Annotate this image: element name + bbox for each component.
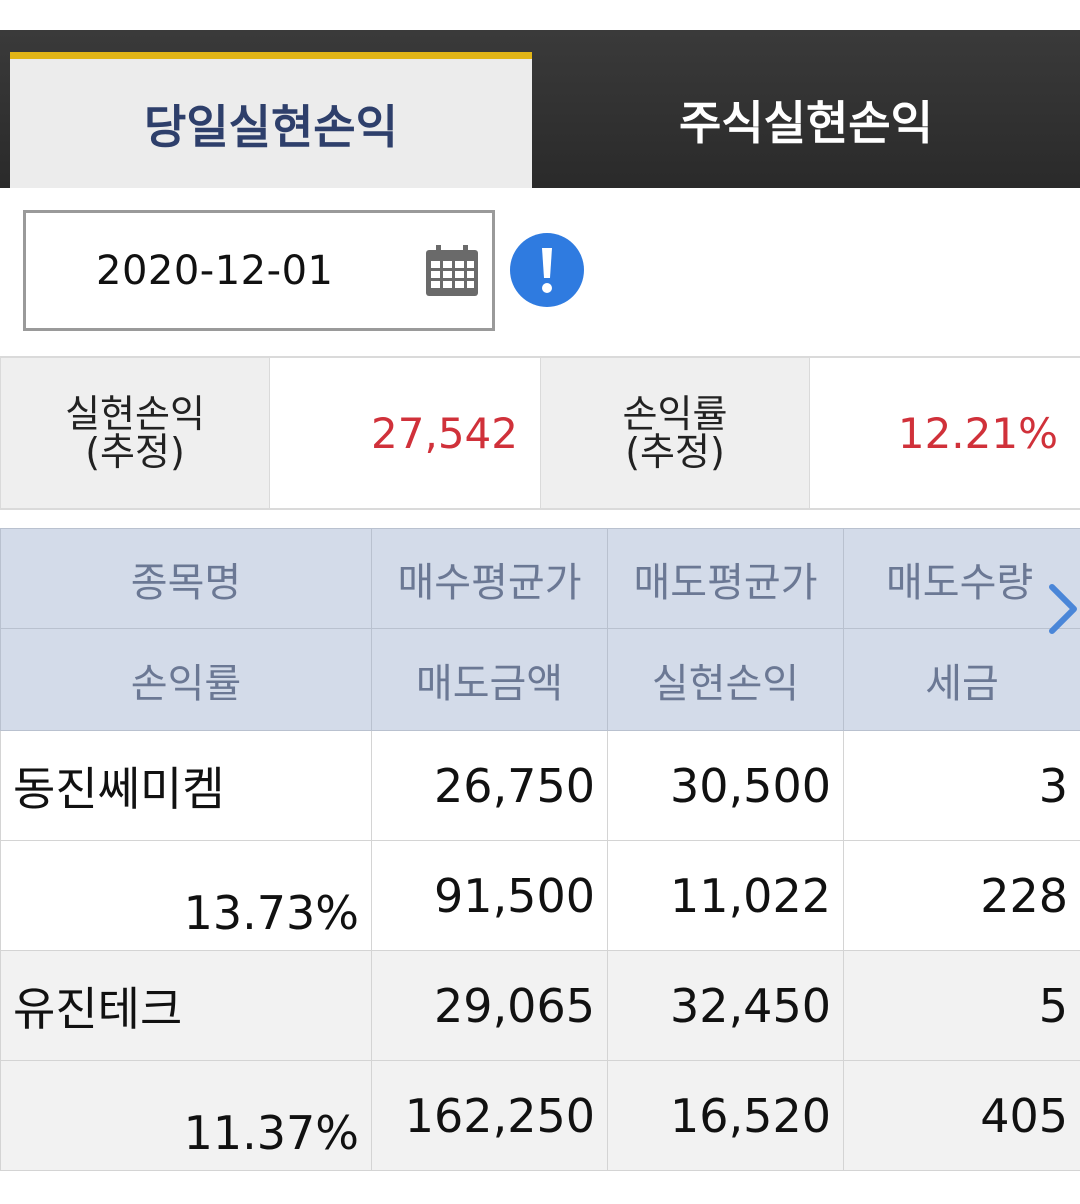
sell-quantity: 5 xyxy=(843,950,1080,1061)
realized-pnl-value: 27,542 xyxy=(270,358,540,508)
realized-pnl-label-line1: 실현손익 xyxy=(65,392,205,436)
tax: 405 xyxy=(843,1060,1080,1171)
sell-amount: 91,500 xyxy=(371,840,608,951)
profit-rate-value: 12.21% xyxy=(810,358,1080,508)
profit-rate: 11.37% xyxy=(0,1060,372,1171)
stock-name: 유진테크 xyxy=(0,950,372,1061)
table-row[interactable]: 11.37% 162,250 16,520 405 xyxy=(0,1060,1080,1171)
date-picker[interactable]: 2020-12-01 xyxy=(23,210,495,331)
col-header-sell-qty[interactable]: 매도수량 xyxy=(843,528,1080,629)
col-header-realized-pnl[interactable]: 실현손익 xyxy=(607,628,844,731)
chevron-right-icon[interactable] xyxy=(1046,583,1080,635)
date-value: 2020-12-01 xyxy=(96,247,334,294)
table-row[interactable]: 유진테크 29,065 32,450 5 xyxy=(0,950,1080,1061)
table-row[interactable]: 13.73% 91,500 11,022 228 xyxy=(0,840,1080,951)
buy-avg-price: 26,750 xyxy=(371,730,608,841)
profit-rate-label: 손익률 (추정) xyxy=(540,358,810,508)
tab-daily-realized-pnl[interactable]: 당일실현손익 xyxy=(10,52,532,188)
sell-avg-price: 32,450 xyxy=(607,950,844,1061)
calendar-icon[interactable] xyxy=(424,244,480,298)
sell-avg-price: 30,500 xyxy=(607,730,844,841)
col-header-tax[interactable]: 세금 xyxy=(843,628,1080,731)
buy-avg-price: 29,065 xyxy=(371,950,608,1061)
profit-rate-label-line1: 손익률 xyxy=(622,392,728,436)
exclamation-icon[interactable] xyxy=(509,232,585,308)
realized-pnl-table: 종목명 매수평균가 매도평균가 매도수량 손익률 매도금액 실현손익 세금 동진… xyxy=(0,528,1080,1171)
realized-pnl-label: 실현손익 (추정) xyxy=(0,358,270,508)
realized-pnl-label-line2: (추정) xyxy=(85,430,185,474)
tab-stock-realized-pnl[interactable]: 주식실현손익 xyxy=(532,52,1080,188)
realized-pnl: 11,022 xyxy=(607,840,844,951)
col-header-buy-avg[interactable]: 매수평균가 xyxy=(371,528,608,629)
col-header-sell-amount[interactable]: 매도금액 xyxy=(371,628,608,731)
table-header-row-1: 종목명 매수평균가 매도평균가 매도수량 xyxy=(0,528,1080,629)
sell-amount: 162,250 xyxy=(371,1060,608,1171)
realized-pnl: 16,520 xyxy=(607,1060,844,1171)
table-header-row-2: 손익률 매도금액 실현손익 세금 xyxy=(0,628,1080,731)
profit-rate-label-line2: (추정) xyxy=(625,430,725,474)
profit-rate: 13.73% xyxy=(0,840,372,951)
col-header-stock-name[interactable]: 종목명 xyxy=(0,528,372,629)
summary-panel: 실현손익 (추정) 27,542 손익률 (추정) 12.21% xyxy=(0,356,1080,510)
table-row[interactable]: 동진쎄미켐 26,750 30,500 3 xyxy=(0,730,1080,841)
stock-name: 동진쎄미켐 xyxy=(0,730,372,841)
tax: 228 xyxy=(843,840,1080,951)
col-header-sell-avg[interactable]: 매도평균가 xyxy=(607,528,844,629)
col-header-profit-rate[interactable]: 손익률 xyxy=(0,628,372,731)
sell-quantity: 3 xyxy=(843,730,1080,841)
